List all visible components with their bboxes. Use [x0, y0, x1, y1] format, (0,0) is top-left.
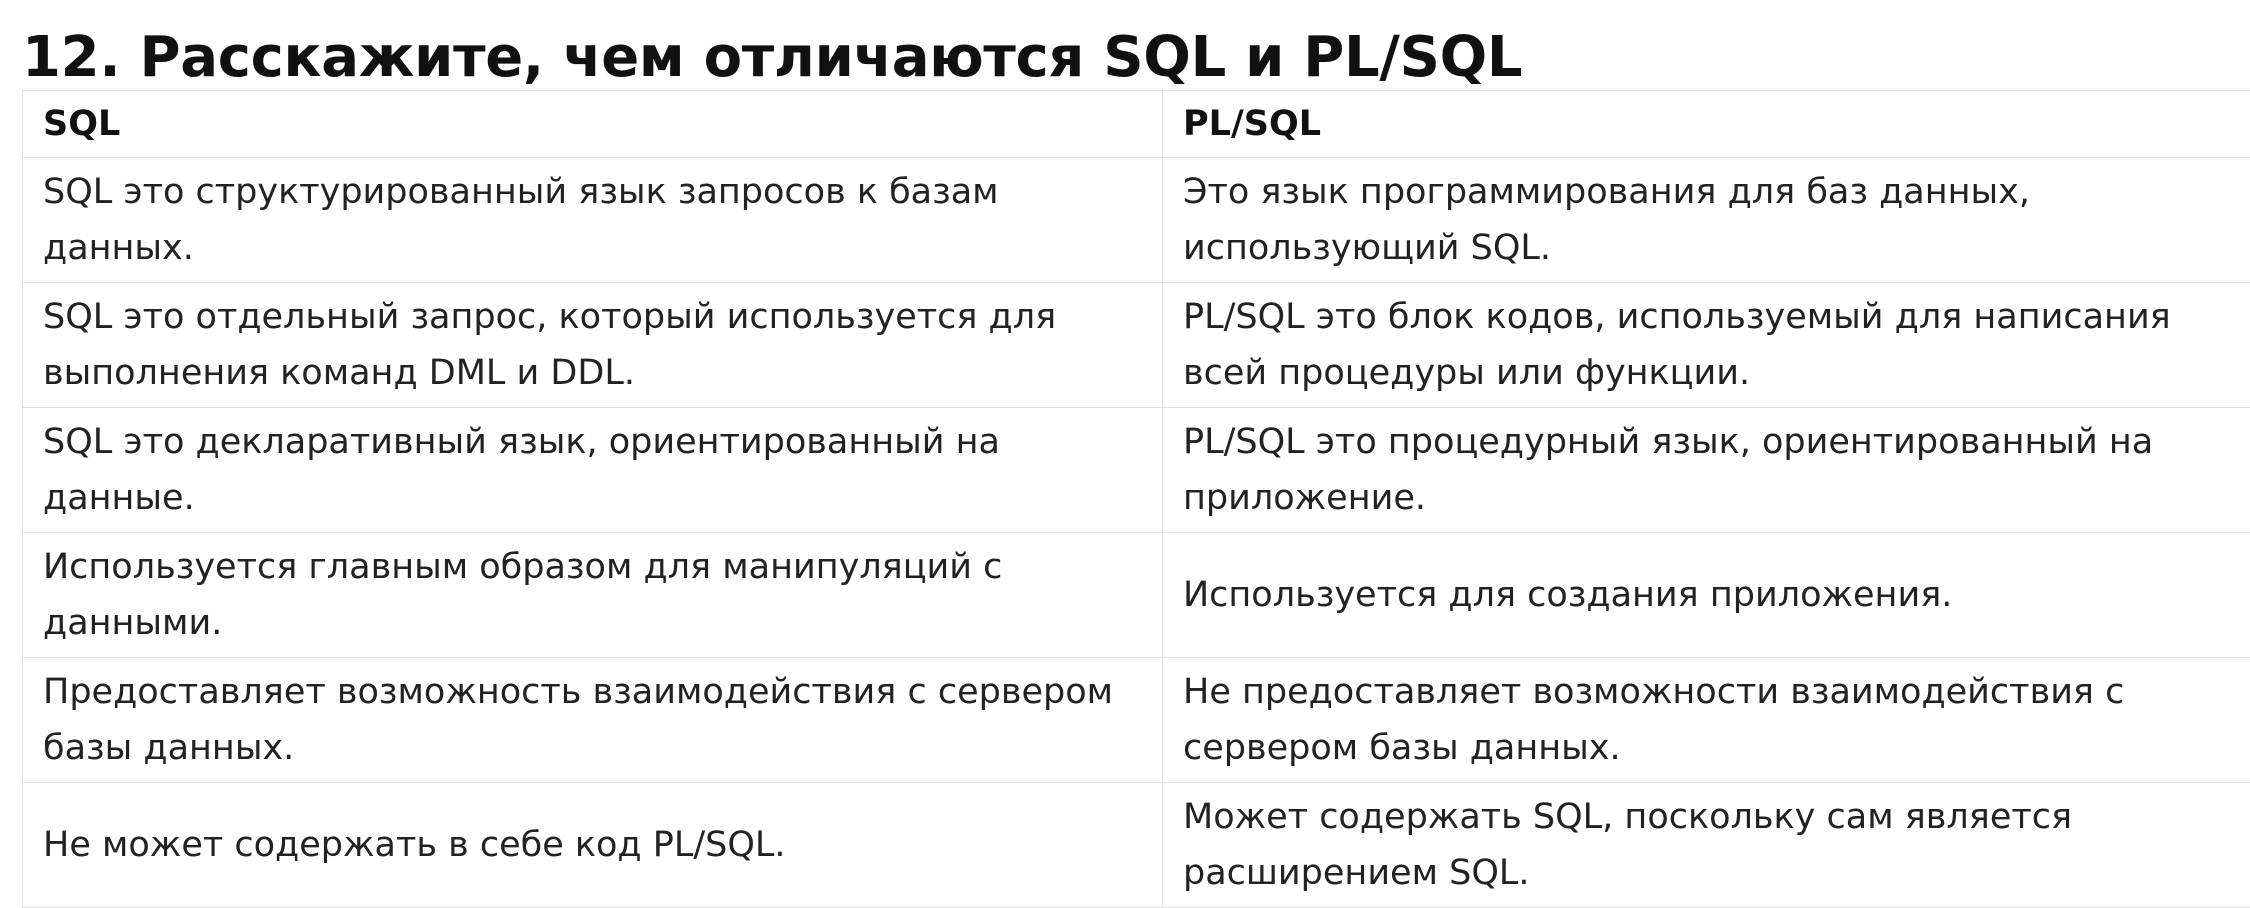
page-title: 12. Расскажите, чем отличаются SQL и PL/…: [22, 18, 1522, 98]
column-header-sql: SQL: [23, 91, 1163, 158]
table-row: Используется главным образом для манипул…: [23, 533, 2250, 658]
table-cell-plsql: Не предоставляет возможности взаимодейст…: [1163, 658, 2250, 783]
table-cell-sql: SQL это декларативный язык, ориентирован…: [23, 408, 1163, 533]
comparison-table: SQL PL/SQL SQL это структурированный язы…: [22, 90, 2250, 908]
table-header-row: SQL PL/SQL: [23, 91, 2250, 158]
table-cell-plsql: Может содержать SQL, поскольку сам являе…: [1163, 783, 2250, 908]
table-cell-sql: SQL это отдельный запрос, который исполь…: [23, 283, 1163, 408]
column-header-plsql: PL/SQL: [1163, 91, 2250, 158]
table-cell-plsql: PL/SQL это процедурный язык, ориентирова…: [1163, 408, 2250, 533]
table-cell-plsql: Это язык программирования для баз данных…: [1163, 158, 2250, 283]
table-cell-sql: Предоставляет возможность взаимодействия…: [23, 658, 1163, 783]
table-cell-plsql: PL/SQL это блок кодов, используемый для …: [1163, 283, 2250, 408]
table-cell-sql: SQL это структурированный язык запросов …: [23, 158, 1163, 283]
table-row: SQL это отдельный запрос, который исполь…: [23, 283, 2250, 408]
table-cell-sql: Не может содержать в себе код PL/SQL.: [23, 783, 1163, 908]
table-row: SQL это структурированный язык запросов …: [23, 158, 2250, 283]
table-row: Не может содержать в себе код PL/SQL. Мо…: [23, 783, 2250, 908]
table-row: Предоставляет возможность взаимодействия…: [23, 658, 2250, 783]
table-cell-sql: Используется главным образом для манипул…: [23, 533, 1163, 658]
table-row: SQL это декларативный язык, ориентирован…: [23, 408, 2250, 533]
table-cell-plsql: Используется для создания приложения.: [1163, 533, 2250, 658]
